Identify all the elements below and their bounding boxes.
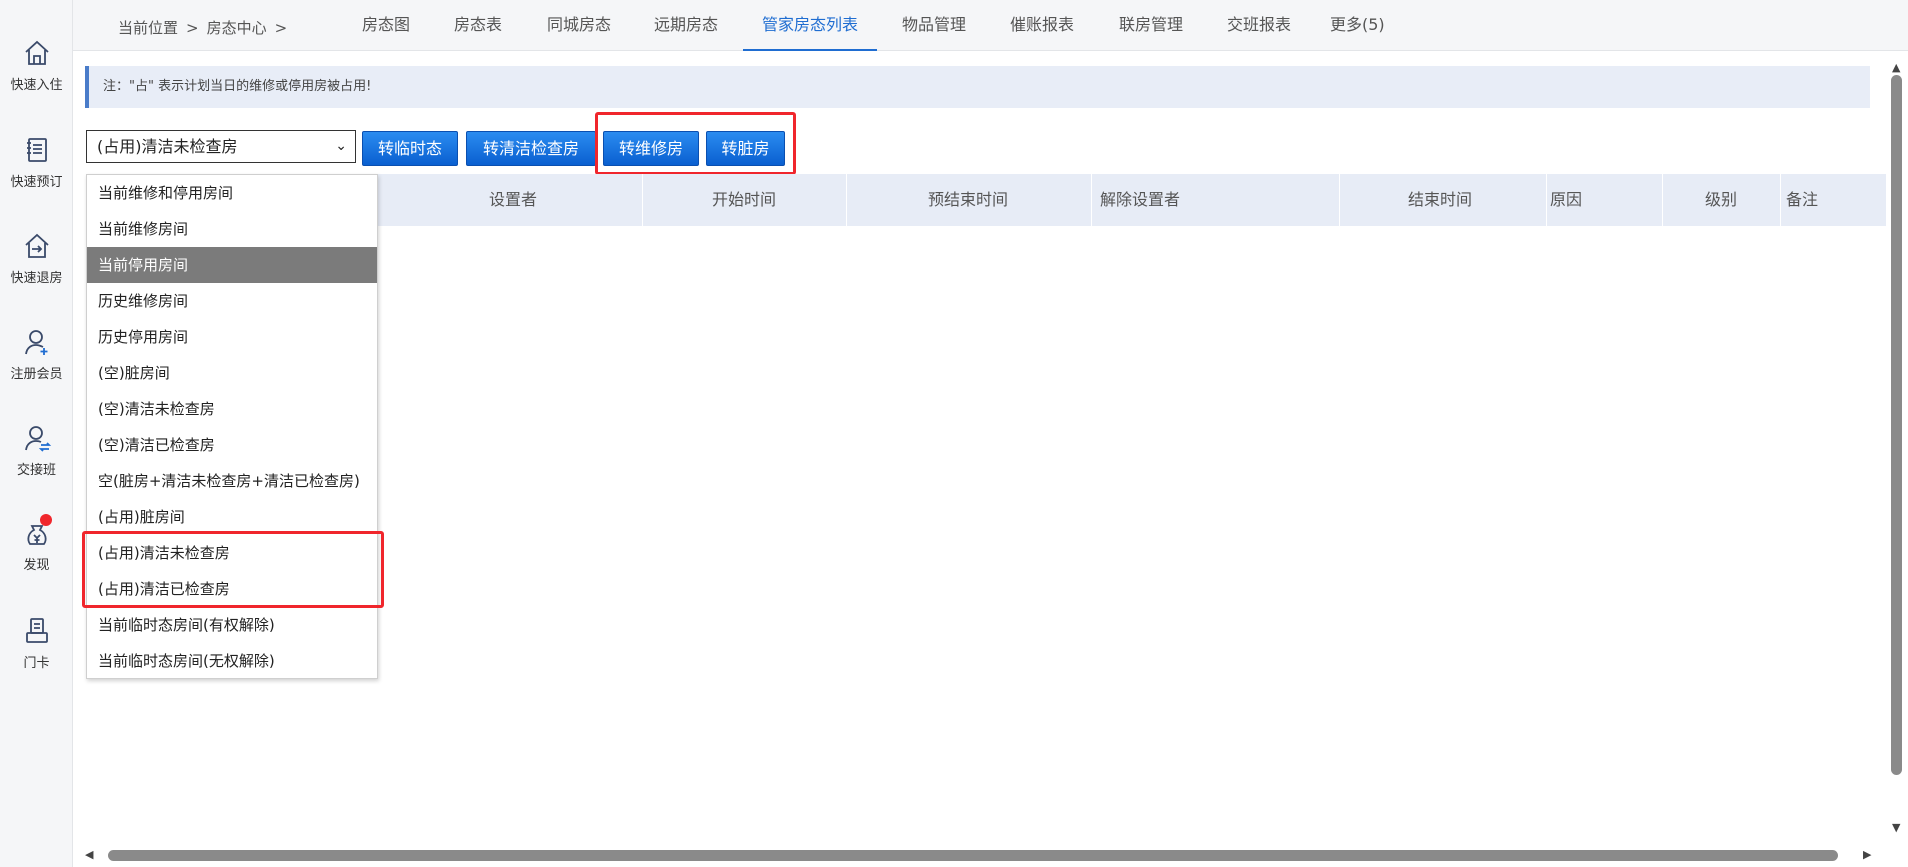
tab-room-status-map[interactable]: 房态图 [362, 0, 410, 51]
dropdown-option-hovered[interactable]: 当前停用房间 [87, 247, 377, 283]
column-header-setter: 设置者 [489, 190, 538, 209]
column-header-end-time: 结束时间 [1408, 190, 1473, 209]
tab-dunning-report[interactable]: 催账报表 [1010, 0, 1074, 51]
column-divider [1339, 174, 1340, 226]
dropdown-option[interactable]: 当前临时态房间(无权解除) [87, 643, 377, 679]
breadcrumb-separator: > [186, 19, 199, 37]
tab-linked-room-management[interactable]: 联房管理 [1119, 0, 1183, 51]
highlight-box-buttons [595, 112, 796, 175]
column-header-level: 级别 [1705, 190, 1738, 209]
tab-more[interactable]: 更多(5) [1330, 0, 1385, 51]
tab-housekeeping-list[interactable]: 管家房态列表 [743, 0, 877, 51]
breadcrumb-prefix: 当前位置 [118, 19, 179, 37]
scroll-up-arrow-icon[interactable]: ▲ [1892, 61, 1900, 74]
sidebar-item-shift-handover[interactable]: 交接班 [0, 421, 73, 501]
sidebar-item-label: 交接班 [16, 463, 56, 478]
column-divider [1662, 174, 1663, 226]
room-filter-value: (占用)清洁未检查房 [97, 137, 238, 156]
tab-future-room-status[interactable]: 远期房态 [654, 0, 718, 51]
column-header-expected-end: 预结束时间 [928, 190, 1009, 209]
notebook-icon [26, 138, 47, 162]
dropdown-option[interactable]: 空(脏房+清洁未检查房+清洁已检查房) [87, 463, 377, 499]
sidebar-item-discover[interactable]: 发现 [0, 514, 73, 598]
to-temporary-button[interactable]: 转临时态 [362, 131, 458, 166]
card-reader-icon [25, 618, 48, 643]
column-divider [1546, 174, 1547, 226]
notice-banner: 注："占" 表示计划当日的维修或停用房被占用! [85, 66, 1870, 108]
sidebar-item-register-member[interactable]: 注册会员 [0, 325, 73, 405]
sidebar-item-label: 快速退房 [10, 271, 63, 286]
scroll-right-arrow-icon[interactable]: ▶ [1863, 848, 1871, 861]
dropdown-option[interactable]: (空)清洁已检查房 [87, 427, 377, 463]
dropdown-option[interactable]: (占用)脏房间 [87, 499, 377, 535]
column-header-reason: 原因 [1550, 190, 1583, 209]
dropdown-option[interactable]: (空)清洁未检查房 [87, 391, 377, 427]
highlight-box-options [82, 531, 384, 608]
column-divider [846, 174, 847, 226]
dropdown-option[interactable]: 当前临时态房间(有权解除) [87, 607, 377, 643]
column-divider [642, 174, 643, 226]
user-add-icon [24, 330, 47, 355]
dropdown-option[interactable]: 当前维修房间 [87, 211, 377, 247]
tab-city-room-status[interactable]: 同城房态 [547, 0, 611, 51]
dropdown-option[interactable]: (空)脏房间 [87, 355, 377, 391]
breadcrumb-current[interactable]: 房态中心 [207, 19, 267, 37]
tab-room-status-table[interactable]: 房态表 [454, 0, 502, 51]
home-exit-icon [24, 233, 49, 258]
column-header-remark: 备注 [1786, 190, 1819, 209]
sidebar-item-quick-checkin[interactable]: 快速入住 [0, 36, 73, 116]
discover-icon-wrap [22, 514, 52, 548]
sidebar-item-label: 发现 [23, 558, 50, 573]
chevron-down-icon: ⌄ [335, 138, 347, 154]
column-header-start-time: 开始时间 [712, 190, 777, 209]
user-swap-icon [24, 426, 51, 452]
top-nav-bar: 当前位置 > 房态中心 > 房态图 房态表 同城房态 远期房态 管家房态列表 物品管理… [73, 0, 1908, 51]
home-icon [24, 40, 49, 65]
column-header-release-setter: 解除设置者 [1100, 190, 1181, 209]
notification-dot [39, 514, 52, 526]
dropdown-option[interactable]: 历史停用房间 [87, 319, 377, 355]
column-divider [1780, 174, 1781, 226]
vertical-scroll-thumb[interactable] [1891, 75, 1902, 775]
sidebar-item-label: 快速入住 [10, 78, 63, 93]
scroll-left-arrow-icon[interactable]: ◀ [85, 848, 93, 861]
sidebar-item-label: 快速预订 [10, 175, 63, 190]
tab-item-management[interactable]: 物品管理 [902, 0, 966, 51]
dropdown-option[interactable]: 当前维修和停用房间 [87, 175, 377, 211]
tab-shift-report[interactable]: 交班报表 [1227, 0, 1291, 51]
app-window: 快速入住 快速预订 快速退房 注册会员 交接班 发现 门卡 当前位置 > 房态中… [0, 0, 1908, 867]
vertical-scrollbar[interactable]: ▲ ▼ [1886, 51, 1908, 843]
sidebar-item-quick-checkout[interactable]: 快速退房 [0, 229, 73, 309]
scroll-down-arrow-icon[interactable]: ▼ [1892, 821, 1900, 834]
column-divider [1091, 174, 1092, 226]
horizontal-scrollbar[interactable]: ◀ ▶ [73, 843, 1908, 867]
sidebar-item-label: 门卡 [23, 656, 50, 671]
sidebar: 快速入住 快速预订 快速退房 注册会员 交接班 发现 门卡 [0, 0, 73, 867]
sidebar-item-quick-booking[interactable]: 快速预订 [0, 133, 73, 213]
sidebar-item-label: 注册会员 [10, 367, 63, 382]
breadcrumb: 当前位置 > 房态中心 > [118, 17, 295, 38]
sidebar-item-door-card[interactable]: 门卡 [0, 614, 73, 694]
dropdown-option[interactable]: 历史维修房间 [87, 283, 377, 319]
room-filter-select[interactable]: (占用)清洁未检查房 ⌄ [86, 130, 356, 163]
breadcrumb-separator: > [274, 19, 288, 37]
to-clean-checked-button[interactable]: 转清洁检查房 [466, 131, 596, 166]
horizontal-scroll-thumb[interactable] [108, 850, 1838, 861]
